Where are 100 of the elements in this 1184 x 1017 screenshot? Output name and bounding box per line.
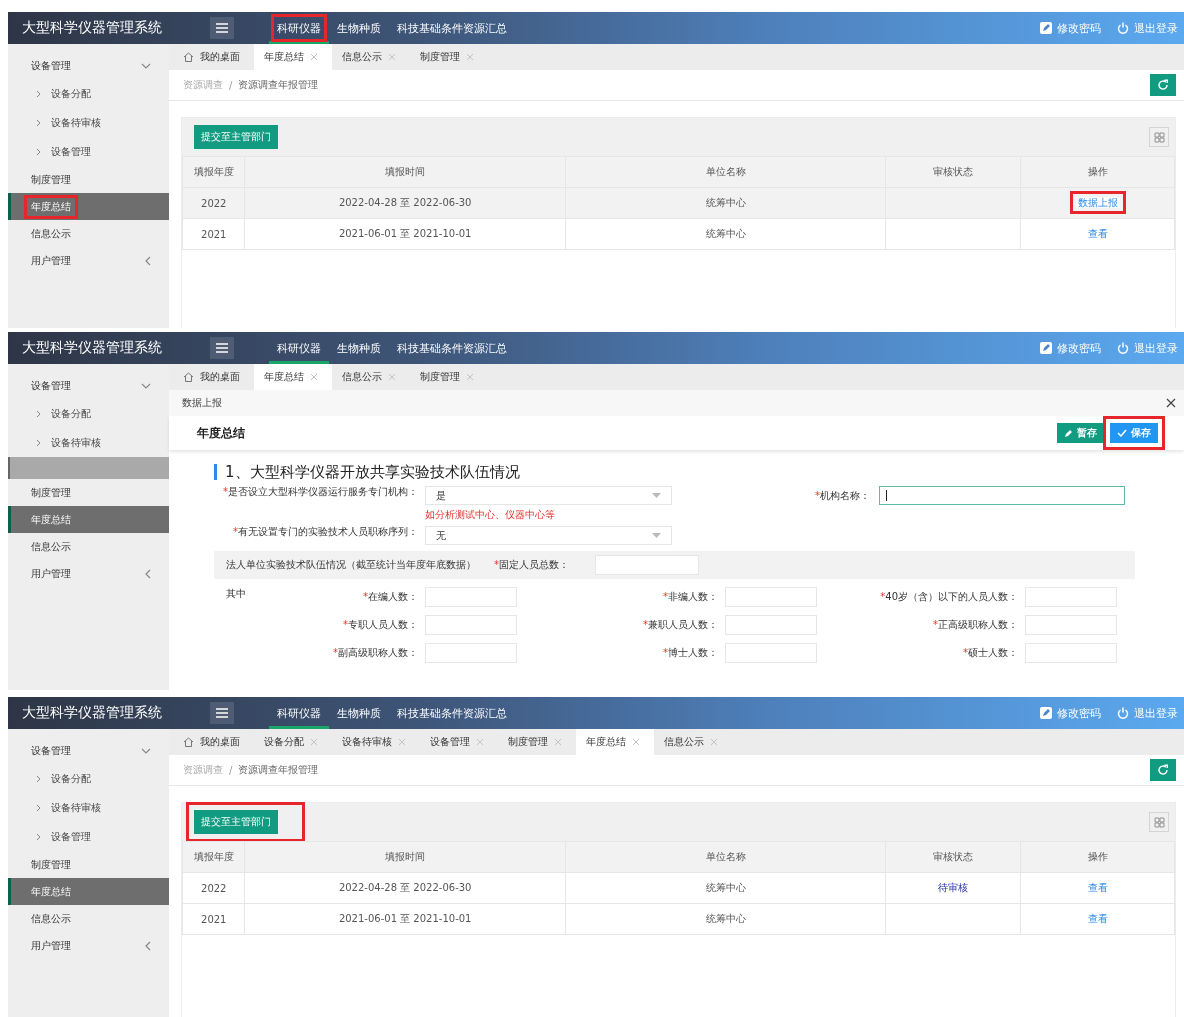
grid-icon [1153, 816, 1165, 828]
column-header: 单位名称 [565, 841, 886, 873]
sidebar-label: 用户管理 [31, 567, 71, 579]
grid-caption: 其中 [226, 587, 246, 601]
nav-tab[interactable]: 生物种质 [329, 697, 389, 729]
breadcrumb-separator: / [229, 764, 233, 776]
table-cell: 2022-04-28 至 2022-06-30 [245, 187, 566, 219]
chevron-right-icon [36, 118, 41, 127]
grid-icon [1153, 131, 1165, 143]
nav-tab[interactable]: 科技基础条件资源汇总 [389, 12, 515, 44]
column-header: 审核状态 [885, 841, 1021, 873]
page-tab[interactable]: 信息公示 [332, 364, 410, 390]
sidebar-item[interactable]: 用户管理 [8, 247, 169, 274]
nav-tab[interactable]: 科技基础条件资源汇总 [389, 697, 515, 729]
field-label: *非编人数： [663, 591, 718, 603]
table-cell: 2022 [182, 187, 245, 219]
page-tab[interactable]: 设备管理 [420, 729, 498, 755]
sidebar-label: 年度总结 [31, 513, 71, 525]
page-tab[interactable]: 年度总结 [576, 729, 654, 755]
action-link[interactable]: 查看 [1087, 228, 1108, 239]
page-tab[interactable]: 我的桌面 [173, 729, 254, 755]
nav-tab[interactable]: 科研仪器 [269, 12, 329, 44]
nav-tab[interactable]: 生物种质 [329, 332, 389, 364]
table-cell: 2021 [182, 903, 245, 935]
page-tab[interactable]: 年度总结 [254, 364, 332, 390]
nav-tab[interactable]: 生物种质 [329, 12, 389, 44]
chevron-right-icon [36, 832, 41, 841]
page-tab[interactable]: 制度管理 [410, 364, 488, 390]
sidebar-label: 设备管理 [31, 379, 71, 391]
sidebar-item[interactable]: 设备管理 [8, 372, 169, 399]
columns-button[interactable] [1149, 812, 1169, 832]
breadcrumb-separator: / [229, 79, 233, 91]
page-tab[interactable]: 我的桌面 [173, 364, 254, 390]
breadcrumb-current: 资源调查年报管理 [238, 78, 319, 92]
sidebar-item[interactable]: 设备管理 [8, 52, 169, 79]
page-tab[interactable]: 制度管理 [410, 44, 488, 70]
edit-icon [1040, 342, 1052, 354]
page-tab[interactable]: 设备待审核 [332, 729, 420, 755]
table-cell: 2021-06-01 至 2021-10-01 [245, 218, 566, 250]
table-cell: 统筹中心 [565, 187, 886, 219]
menu-icon [216, 343, 228, 353]
sidebar-subitem[interactable]: 设备待审核 [8, 793, 169, 822]
column-header: 单位名称 [565, 156, 886, 188]
action-link[interactable]: 查看 [1087, 882, 1108, 893]
page-tab[interactable]: 信息公示 [332, 44, 410, 70]
page-tab[interactable]: 制度管理 [498, 729, 576, 755]
page-tab[interactable]: 我的桌面 [173, 44, 254, 70]
select-field[interactable]: 是 [425, 486, 672, 505]
column-header: 填报时间 [245, 841, 566, 873]
sidebar-label: 信息公示 [31, 540, 71, 552]
status-text: 待审核 [938, 882, 969, 893]
menu-button[interactable] [210, 702, 234, 724]
page-tab[interactable]: 设备分配 [254, 729, 332, 755]
menu-icon [216, 23, 228, 33]
sidebar-item[interactable]: 信息公示 [8, 905, 169, 932]
close-icon[interactable] [1166, 398, 1176, 408]
menu-button[interactable] [210, 337, 234, 359]
chevron-right-icon [36, 803, 41, 812]
field-label: *副高级职称人数： [333, 647, 418, 659]
sidebar-subitem[interactable]: 设备分配 [8, 399, 169, 428]
text-cursor [886, 490, 887, 501]
columns-button[interactable] [1149, 127, 1169, 147]
table-cell: 统筹中心 [565, 872, 886, 904]
power-icon [1117, 22, 1129, 34]
select-field[interactable]: 无 [425, 526, 672, 545]
sidebar-subitem[interactable]: 设备分配 [8, 79, 169, 108]
sidebar-item[interactable]: 用户管理 [8, 560, 169, 587]
chevron-right-icon [36, 438, 41, 447]
app-title: 大型科学仪器管理系统 [21, 19, 163, 37]
input-field[interactable] [879, 486, 1125, 505]
refresh-button[interactable] [1150, 74, 1176, 96]
page-tab[interactable]: 信息公示 [654, 729, 732, 755]
sidebar-item[interactable]: 信息公示 [8, 220, 169, 247]
sidebar-subitem[interactable]: 设备待审核 [8, 108, 169, 137]
sidebar-item[interactable]: 年度总结 [8, 193, 169, 220]
sidebar-item[interactable]: 用户管理 [8, 932, 169, 959]
dropdown-caret-icon [652, 533, 661, 538]
field-label: *在编人数： [363, 591, 418, 603]
sidebar-subitem[interactable]: 设备待审核 [8, 428, 169, 457]
sidebar-subitem[interactable]: 设备分配 [8, 764, 169, 793]
menu-button[interactable] [210, 17, 234, 39]
sidebar-item[interactable]: 制度管理 [8, 479, 169, 506]
sidebar-item[interactable]: 年度总结 [8, 506, 169, 533]
field-label: *博士人数： [663, 647, 718, 659]
sidebar-item[interactable]: 制度管理 [8, 851, 169, 878]
sidebar-item[interactable]: 设备管理 [8, 737, 169, 764]
page-tab[interactable]: 年度总结 [254, 44, 332, 70]
sidebar-item[interactable]: 年度总结 [8, 878, 169, 905]
action-link[interactable]: 查看 [1087, 913, 1108, 924]
sidebar-subitem[interactable]: 设备管理 [8, 822, 169, 851]
field-label: *兼职人员人数： [643, 619, 718, 631]
field-label: *专职人员人数： [343, 619, 418, 631]
column-header: 填报年度 [182, 841, 245, 873]
sidebar-item[interactable]: 信息公示 [8, 533, 169, 560]
column-header: 操作 [1020, 156, 1175, 188]
sidebar-item[interactable]: 制度管理 [8, 166, 169, 193]
refresh-button[interactable] [1150, 759, 1176, 781]
sidebar-subitem[interactable]: 设备管理 [8, 137, 169, 166]
sidebar-blank-item[interactable] [8, 457, 169, 479]
nav-tab[interactable]: 科技基础条件资源汇总 [389, 332, 515, 364]
